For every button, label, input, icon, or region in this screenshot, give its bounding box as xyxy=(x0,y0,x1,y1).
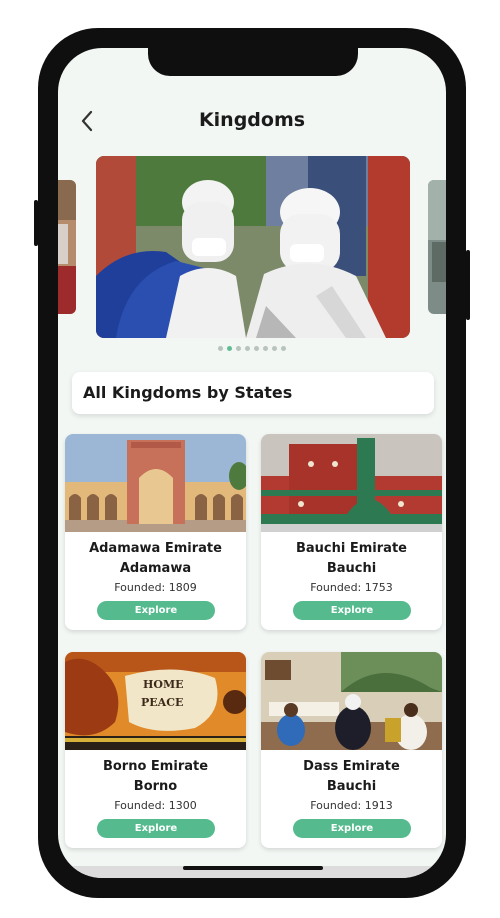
kingdom-card-adamawa[interactable]: Adamawa Emirate Adamawa Founded: 1809 Ex… xyxy=(65,434,246,630)
kingdom-image-bauchi xyxy=(261,434,442,532)
top-bar: Kingdoms xyxy=(58,104,446,140)
phone-volume-button xyxy=(34,200,38,246)
kingdom-card-dass[interactable]: Dass Emirate Bauchi Founded: 1913 Explor… xyxy=(261,652,442,848)
carousel-dot[interactable] xyxy=(245,346,250,351)
phone-side-button xyxy=(466,250,470,320)
page-title: Kingdoms xyxy=(198,109,306,131)
kingdom-state: Bauchi xyxy=(326,779,377,794)
explore-button[interactable]: Explore xyxy=(97,601,215,620)
phone-notch xyxy=(148,44,358,76)
kingdom-founded: Founded: 1300 xyxy=(114,799,197,812)
carousel-dot[interactable] xyxy=(227,346,232,351)
kingdom-name: Adamawa Emirate xyxy=(89,541,222,556)
kingdom-name: Bauchi Emirate xyxy=(296,541,407,556)
section-header: All Kingdoms by States xyxy=(72,372,434,414)
kingdom-state: Borno xyxy=(133,779,178,794)
carousel-dot[interactable] xyxy=(272,346,277,351)
kingdom-card-bauchi[interactable]: Bauchi Emirate Bauchi Founded: 1753 Expl… xyxy=(261,434,442,630)
kingdom-name: Dass Emirate xyxy=(303,759,400,774)
carousel-image-emirs[interactable] xyxy=(96,156,410,338)
carousel-dot[interactable] xyxy=(236,346,241,351)
image-carousel[interactable] xyxy=(58,156,446,346)
carousel-dot[interactable] xyxy=(263,346,268,351)
carousel-dot[interactable] xyxy=(281,346,286,351)
kingdom-state: Bauchi xyxy=(326,561,377,576)
app-screen: Kingdoms All Kingdoms by States Adamawa … xyxy=(58,48,446,878)
explore-button[interactable]: Explore xyxy=(293,601,411,620)
explore-button[interactable]: Explore xyxy=(97,819,215,838)
carousel-next-image[interactable] xyxy=(428,180,446,314)
carousel-indicator xyxy=(58,346,446,351)
home-indicator[interactable] xyxy=(183,866,323,870)
kingdom-founded: Founded: 1809 xyxy=(114,581,197,594)
kingdom-image-adamawa xyxy=(65,434,246,532)
kingdom-name: Borno Emirate xyxy=(102,759,209,774)
explore-button[interactable]: Explore xyxy=(293,819,411,838)
kingdom-state: Adamawa xyxy=(119,561,192,576)
section-title: All Kingdoms by States xyxy=(83,383,293,402)
kingdom-founded: Founded: 1753 xyxy=(310,581,393,594)
svg-text:PEACE: PEACE xyxy=(141,696,183,709)
svg-text:HOME: HOME xyxy=(143,678,184,691)
carousel-dot[interactable] xyxy=(254,346,259,351)
carousel-prev-image[interactable] xyxy=(58,180,76,314)
kingdom-card-borno[interactable]: HOME PEACE Borno Emirate Borno Founded: … xyxy=(65,652,246,848)
kingdom-image-dass xyxy=(261,652,442,750)
carousel-dot[interactable] xyxy=(218,346,223,351)
kingdom-image-borno: HOME PEACE xyxy=(65,652,246,750)
kingdom-founded: Founded: 1913 xyxy=(310,799,393,812)
